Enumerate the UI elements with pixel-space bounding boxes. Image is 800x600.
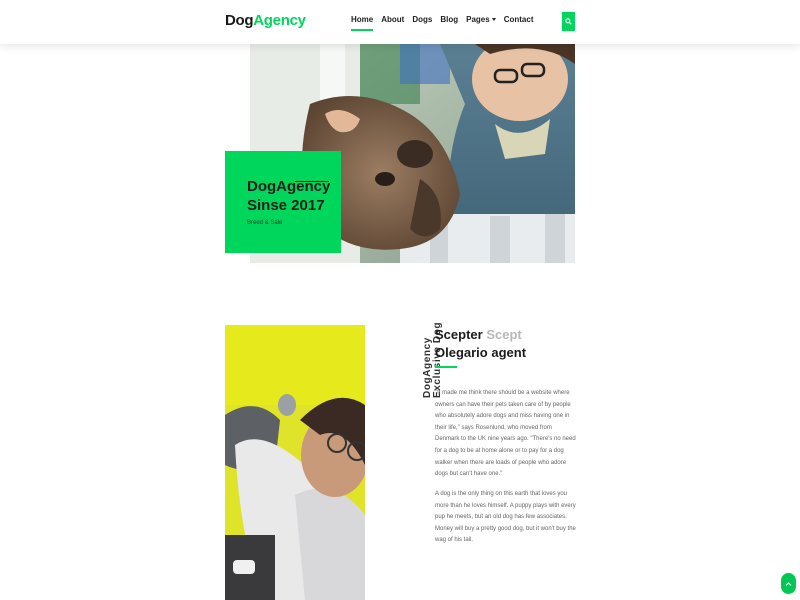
hero-title: DogAgency Sinse 2017 (247, 177, 347, 215)
chevron-up-icon (785, 581, 792, 586)
about-heading: Scepter Scept Olegario agent (435, 326, 575, 362)
about-heading-part3: Olegario agent (435, 345, 527, 360)
logo-text-agency: Agency (253, 12, 306, 29)
hero-title-card: DogAgency Sinse 2017 Breed & Sale (225, 151, 341, 253)
hero-title-line2: Sinse 2017 (247, 197, 325, 214)
section-vertical-label: DogAgency Exclusive Dog (422, 298, 443, 398)
about-heading-part2: Scept (486, 327, 522, 342)
nav-about[interactable]: About (381, 15, 404, 24)
site-header: DogAgency Home About Dogs Blog Pages Con… (0, 0, 800, 44)
caret-down-icon (491, 18, 496, 22)
nav-blog[interactable]: Blog (440, 15, 458, 24)
nav-pages[interactable]: Pages (466, 15, 496, 24)
main-nav: Home About Dogs Blog Pages Contact (351, 15, 534, 31)
hero-subtitle: Breed & Sale (247, 220, 283, 226)
hero-title-line1: DogAgency (247, 178, 331, 195)
hero-title-underline (295, 181, 329, 182)
site-logo[interactable]: DogAgency (225, 12, 306, 29)
scroll-top-button[interactable] (781, 573, 796, 594)
nav-home[interactable]: Home (351, 15, 374, 31)
about-heading-part1: Scepter (435, 327, 487, 342)
logo-text-dog: Dog (225, 12, 254, 29)
nav-dogs[interactable]: Dogs (412, 15, 432, 24)
about-paragraph-2: A dog is the only thing on this earth th… (435, 491, 576, 544)
search-icon (565, 18, 572, 25)
about-image (225, 325, 365, 600)
search-button[interactable] (562, 12, 575, 31)
nav-contact[interactable]: Contact (504, 15, 534, 24)
about-paragraph-1: "It made me think there should be a webs… (435, 390, 576, 478)
heading-underline (435, 366, 457, 368)
nav-pages-label: Pages (466, 15, 490, 24)
